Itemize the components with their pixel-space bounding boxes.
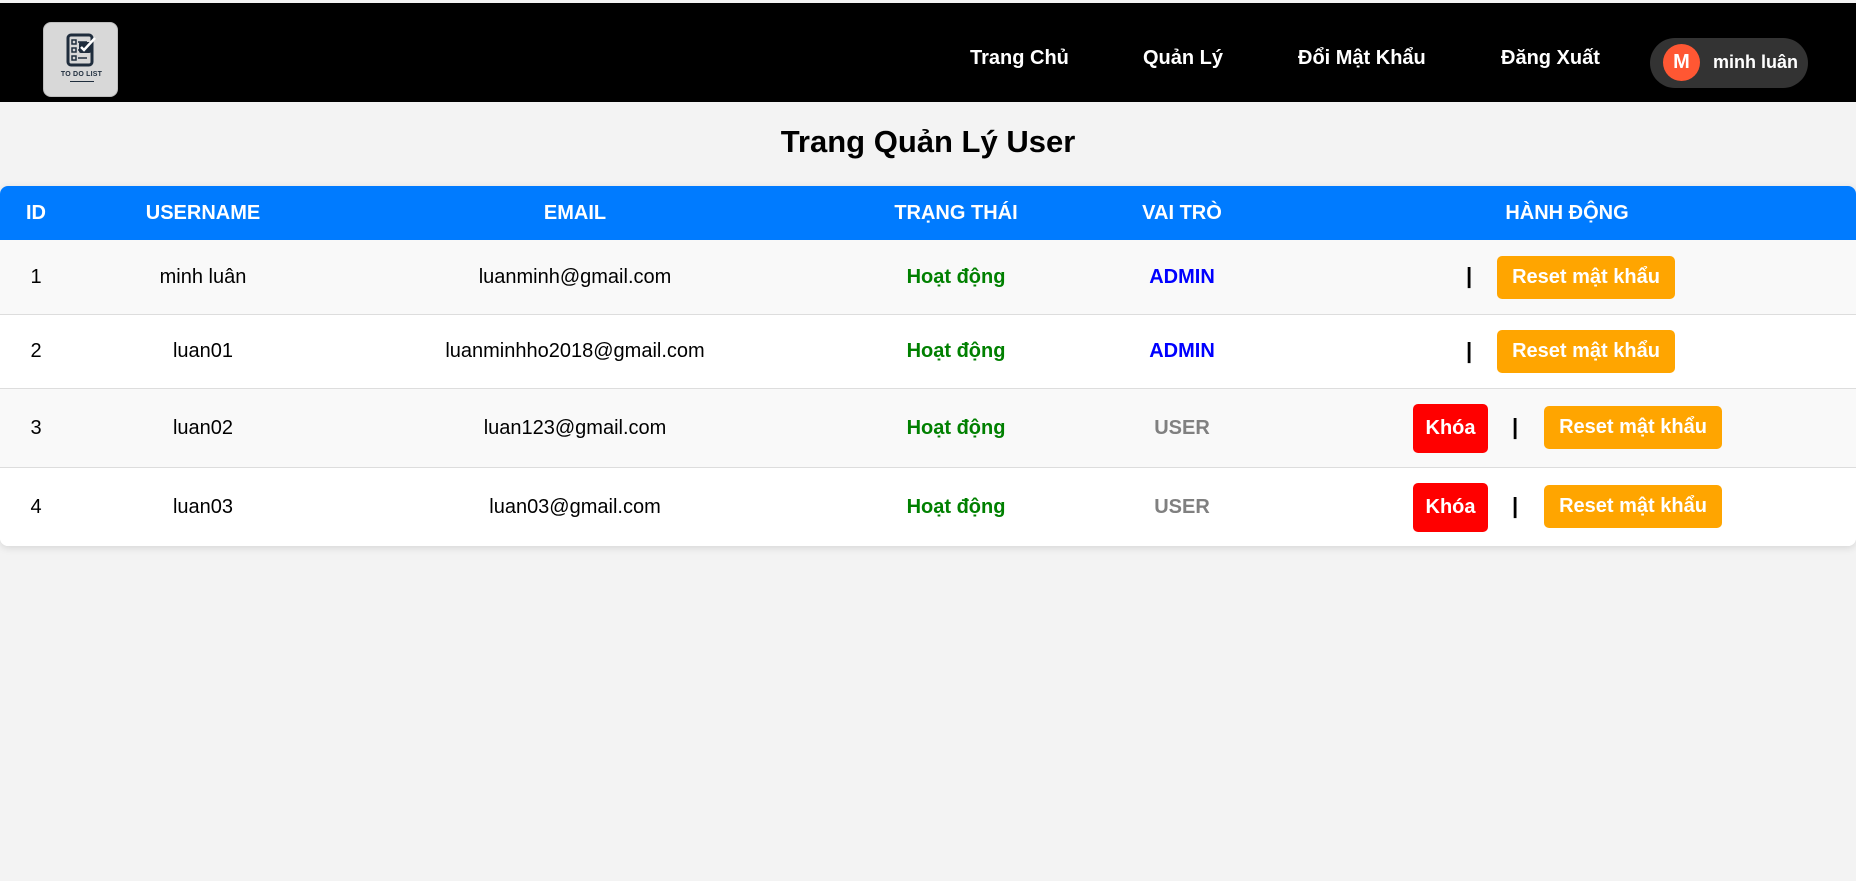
- reset-password-button[interactable]: Reset mật khẩu: [1497, 256, 1675, 299]
- user-menu[interactable]: M minh luân: [1650, 38, 1808, 88]
- nav-change-password[interactable]: Đổi Mật Khẩu: [1298, 47, 1426, 70]
- reset-password-button[interactable]: Reset mật khẩu: [1544, 485, 1722, 528]
- action-separator: |: [1512, 493, 1519, 518]
- cell-email: luanminh@gmail.com: [478, 266, 672, 288]
- lock-user-button[interactable]: Khóa: [1413, 483, 1488, 532]
- page-title: Trang Quản Lý User: [780, 124, 1076, 159]
- table-header: ID USERNAME EMAIL TRẠNG THÁI VAI TRÒ HÀN…: [0, 186, 1856, 240]
- cell-email: luan03@gmail.com: [489, 496, 661, 518]
- cell-id: 4: [30, 496, 42, 518]
- reset-password-button[interactable]: Reset mật khẩu: [1497, 330, 1675, 373]
- cell-id: 1: [30, 266, 42, 288]
- logo-underline: [70, 81, 94, 82]
- lock-user-button[interactable]: Khóa: [1413, 404, 1488, 453]
- table-row: 3 luan02 luan123@gmail.com Hoạt động USE…: [0, 389, 1856, 468]
- nav-home[interactable]: Trang Chủ: [970, 47, 1069, 70]
- column-header-id: ID: [26, 202, 46, 224]
- action-separator: |: [1466, 263, 1473, 288]
- status-badge: Hoạt động: [906, 417, 1006, 439]
- cell-id: 3: [30, 417, 42, 439]
- nav-manage[interactable]: Quản Lý: [1143, 47, 1223, 70]
- status-badge: Hoạt động: [906, 496, 1006, 518]
- nav-logout[interactable]: Đăng Xuất: [1501, 47, 1600, 70]
- reset-password-button[interactable]: Reset mật khẩu: [1544, 406, 1722, 449]
- role-label: USER: [1154, 496, 1210, 518]
- table-row: 4 luan03 luan03@gmail.com Hoạt động USER…: [0, 468, 1856, 546]
- avatar: M: [1663, 44, 1700, 81]
- logo-text: TO DO LIST: [60, 71, 103, 78]
- role-label: ADMIN: [1149, 266, 1215, 288]
- column-header-status: TRẠNG THÁI: [894, 202, 1018, 224]
- action-separator: |: [1466, 338, 1473, 363]
- cell-username: luan01: [172, 340, 234, 362]
- role-label: USER: [1154, 417, 1210, 439]
- action-separator: |: [1512, 414, 1519, 439]
- cell-username: minh luân: [159, 266, 247, 288]
- cell-email: luanminhho2018@gmail.com: [445, 340, 705, 362]
- table-row: 2 luan01 luanminhho2018@gmail.com Hoạt đ…: [0, 315, 1856, 389]
- column-header-email: EMAIL: [543, 202, 607, 224]
- cell-username: luan03: [172, 496, 234, 518]
- user-table: ID USERNAME EMAIL TRẠNG THÁI VAI TRÒ HÀN…: [0, 186, 1856, 546]
- checklist-icon: [66, 33, 96, 67]
- status-badge: Hoạt động: [906, 266, 1006, 288]
- status-badge: Hoạt động: [906, 340, 1006, 362]
- cell-id: 2: [30, 340, 42, 362]
- role-label: ADMIN: [1149, 340, 1215, 362]
- column-header-action: HÀNH ĐỘNG: [1505, 202, 1629, 224]
- cell-username: luan02: [172, 417, 234, 439]
- column-header-username: USERNAME: [145, 202, 261, 224]
- column-header-role: VAI TRÒ: [1142, 202, 1222, 224]
- app-logo[interactable]: TO DO LIST: [43, 22, 118, 97]
- cell-email: luan123@gmail.com: [483, 417, 667, 439]
- top-navbar: TO DO LIST Trang Chủ Quản Lý Đổi Mật Khẩ…: [0, 3, 1856, 102]
- table-row: 1 minh luân luanminh@gmail.com Hoạt động…: [0, 240, 1856, 315]
- user-name: minh luân: [1713, 52, 1798, 72]
